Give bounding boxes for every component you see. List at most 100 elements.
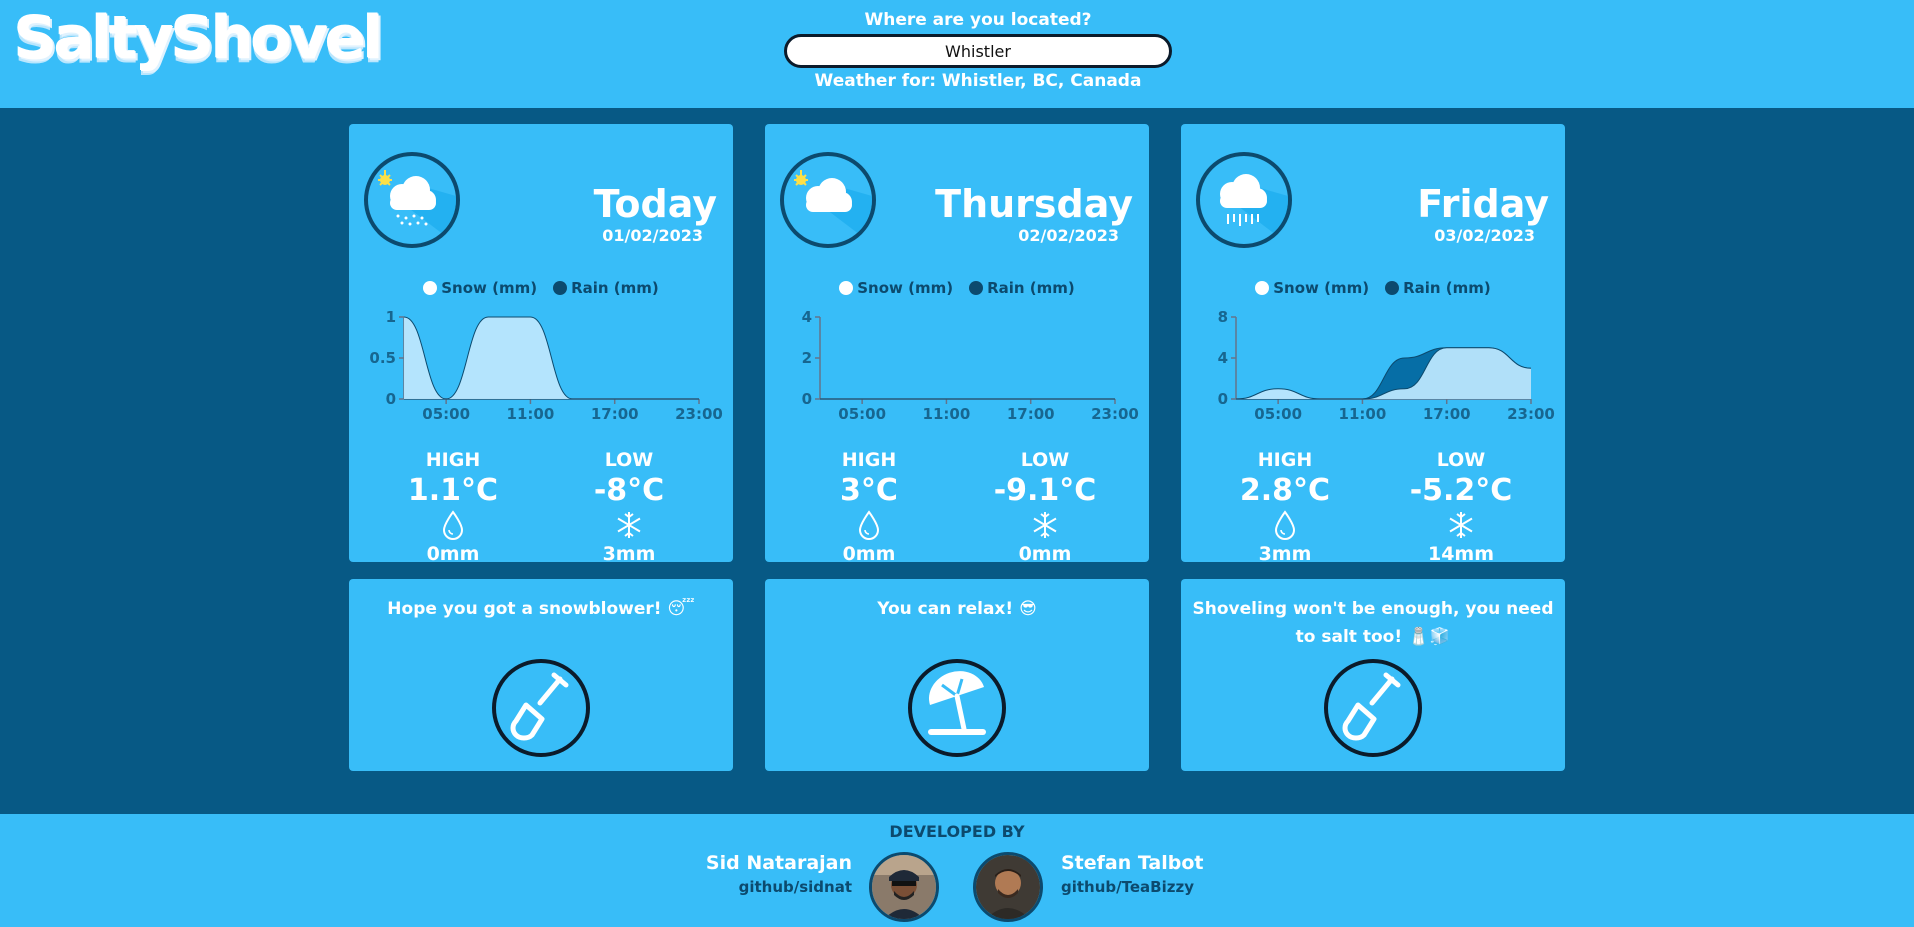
day-name: Today — [593, 182, 717, 226]
cloud-rain-icon — [1196, 152, 1292, 248]
legend-snow-label: Snow (mm) — [441, 279, 538, 297]
x-tick-label: 05:00 — [838, 405, 886, 419]
developer-github-link[interactable]: github/TeaBizzy — [1061, 878, 1203, 896]
snowflake-icon — [1386, 509, 1536, 543]
rain-amount: 3mm — [1258, 543, 1312, 565]
day-name: Friday — [1417, 182, 1549, 226]
location-search: Where are you located? Weather for: Whis… — [784, 10, 1172, 91]
high-label: HIGH — [1257, 449, 1313, 471]
legend-rain[interactable]: Rain (mm) — [969, 279, 1075, 297]
x-tick-label: 17:00 — [591, 405, 639, 419]
legend-snow[interactable]: Snow (mm) — [839, 279, 953, 297]
day-name: Thursday — [935, 182, 1133, 226]
droplet-icon — [794, 509, 944, 543]
x-tick-label: 11:00 — [1339, 405, 1387, 419]
snowflake-icon — [554, 509, 704, 543]
x-tick-label: 17:00 — [1007, 405, 1055, 419]
high-temp: 1.1°C — [407, 473, 499, 508]
y-tick-label: 8 — [1218, 308, 1228, 326]
forecast-area: Today 01/02/2023 Snow (mm) Rain (mm) 0 0.… — [0, 108, 1914, 814]
low-stat: LOW -9.1°C 0mm — [970, 449, 1120, 565]
x-tick-label: 11:00 — [507, 405, 555, 419]
legend-snow[interactable]: Snow (mm) — [1255, 279, 1369, 297]
advice-text: Shoveling won't be enough, you need to s… — [1192, 599, 1554, 647]
legend-snow-label: Snow (mm) — [1273, 279, 1370, 297]
location-label: Where are you located? — [864, 10, 1092, 30]
legend-snow-swatch — [1255, 281, 1270, 295]
beach-umbrella-icon — [908, 659, 1006, 757]
chart-legend: Snow (mm) Rain (mm) — [765, 279, 1149, 297]
legend-snow-label: Snow (mm) — [857, 279, 954, 297]
developer-github-link[interactable]: github/sidnat — [706, 878, 852, 896]
logo[interactable]: SaltyShovel — [14, 5, 384, 74]
advice-card-today: Hope you got a snowblower! 😴 — [349, 579, 733, 771]
low-stat: LOW -8°C 3mm — [554, 449, 704, 565]
developed-by-heading: DEVELOPED BY — [889, 822, 1025, 841]
advice-text: Hope you got a snowblower! 😴 — [387, 599, 695, 619]
x-tick-label: 17:00 — [1423, 405, 1471, 419]
rain-amount: 0mm — [426, 543, 480, 565]
high-stat: HIGH 1.1°C 0mm — [378, 449, 528, 565]
low-label: LOW — [1020, 449, 1070, 471]
precipitation-chart: 0 4 8 05:00 11:00 17:00 23:00 — [1218, 308, 1555, 419]
y-tick-label: 1 — [386, 308, 396, 326]
y-tick-label: 4 — [802, 308, 812, 326]
snowflake-icon — [970, 509, 1120, 543]
sun-cloud-icon — [780, 152, 876, 248]
precipitation-chart: 0 0.5 1 05:00 11:00 17:00 23:00 — [369, 308, 723, 419]
y-tick-label: 0.5 — [369, 349, 396, 367]
x-tick-label: 23:00 — [1091, 405, 1139, 419]
high-temp: 2.8°C — [1239, 473, 1331, 508]
x-tick-label: 05:00 — [1254, 405, 1302, 419]
x-tick-label: 23:00 — [675, 405, 723, 419]
legend-snow[interactable]: Snow (mm) — [423, 279, 537, 297]
avatar — [869, 852, 939, 922]
high-label: HIGH — [841, 449, 897, 471]
high-stat: HIGH 3°C 0mm — [794, 449, 944, 565]
x-tick-label: 23:00 — [1507, 405, 1555, 419]
shovel-icon — [1324, 659, 1422, 757]
x-tick-label: 11:00 — [923, 405, 971, 419]
droplet-icon — [378, 509, 528, 543]
droplet-icon — [1210, 509, 1360, 543]
chart-legend: Snow (mm) Rain (mm) — [1181, 279, 1565, 297]
avatar — [973, 852, 1043, 922]
x-tick-label: 05:00 — [422, 405, 470, 419]
developer-stefan: Stefan Talbot github/TeaBizzy — [1061, 852, 1203, 896]
developer-sid: Sid Natarajan github/sidnat — [706, 852, 852, 896]
shovel-icon — [492, 659, 590, 757]
legend-rain[interactable]: Rain (mm) — [1385, 279, 1491, 297]
low-temp: -9.1°C — [993, 473, 1097, 508]
rain-amount: 0mm — [842, 543, 896, 565]
advice-card-friday: Shoveling won't be enough, you need to s… — [1181, 579, 1565, 771]
developer-name: Sid Natarajan — [705, 852, 852, 874]
snow-amount: 14mm — [1427, 543, 1495, 565]
day-date: 01/02/2023 — [602, 226, 703, 245]
legend-rain-swatch — [969, 281, 984, 295]
snow-amount: 0mm — [1018, 543, 1072, 565]
forecast-card-today: Today 01/02/2023 Snow (mm) Rain (mm) 0 0.… — [349, 124, 733, 565]
chart-legend: Snow (mm) Rain (mm) — [349, 279, 733, 297]
high-stat: HIGH 2.8°C 3mm — [1210, 449, 1360, 565]
snow-amount: 3mm — [602, 543, 656, 565]
legend-rain-swatch — [1385, 281, 1400, 295]
precipitation-chart: 0 2 4 05:00 11:00 17:00 23:00 — [802, 308, 1139, 419]
legend-rain[interactable]: Rain (mm) — [553, 279, 659, 297]
weather-location-text: Weather for: Whistler, BC, Canada — [814, 71, 1142, 91]
legend-rain-swatch — [553, 281, 568, 295]
developer-name: Stefan Talbot — [1061, 852, 1204, 874]
site-header: SaltyShovel Where are you located? Weath… — [0, 0, 1914, 108]
forecast-card-thursday: Thursday 02/02/2023 Snow (mm) Rain (mm) … — [765, 124, 1149, 565]
legend-rain-label: Rain (mm) — [1403, 279, 1491, 297]
low-stat: LOW -5.2°C 14mm — [1386, 449, 1536, 565]
y-tick-label: 0 — [802, 390, 812, 408]
high-temp: 3°C — [840, 473, 898, 508]
advice-text: You can relax! 😎 — [877, 599, 1037, 619]
legend-rain-label: Rain (mm) — [987, 279, 1075, 297]
high-label: HIGH — [425, 449, 481, 471]
low-temp: -5.2°C — [1409, 473, 1513, 508]
location-input[interactable] — [784, 34, 1172, 68]
sun-cloud-snow-icon — [364, 152, 460, 248]
legend-rain-label: Rain (mm) — [571, 279, 659, 297]
low-label: LOW — [1436, 449, 1486, 471]
